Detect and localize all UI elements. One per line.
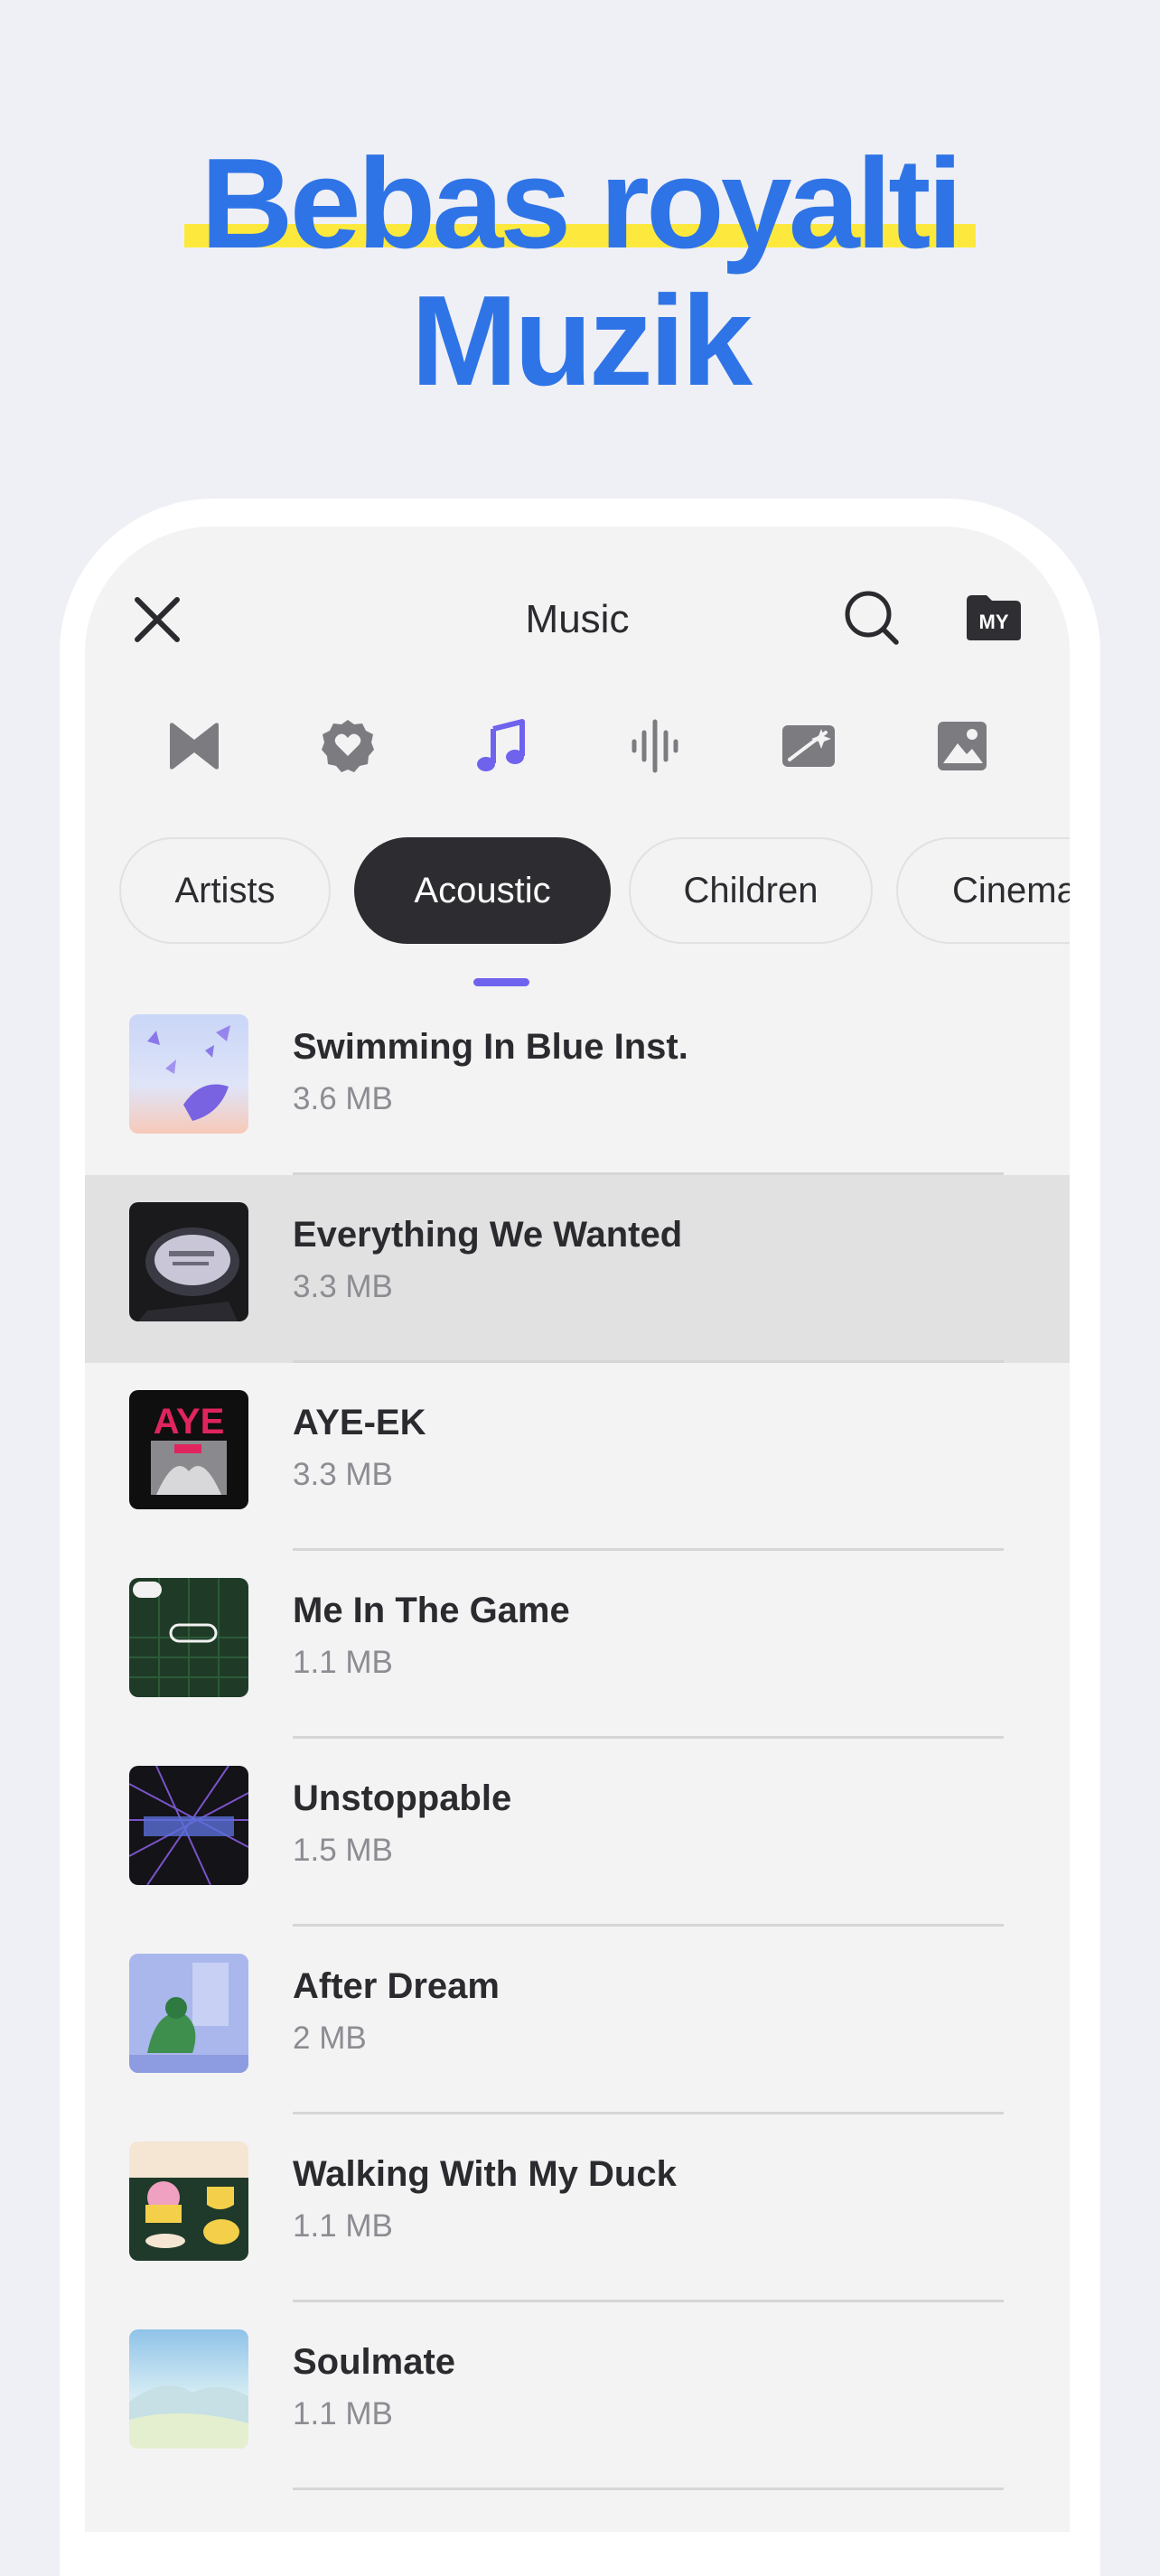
track-size: 1.5 MB <box>293 1833 393 1868</box>
bowtie-icon[interactable] <box>154 705 235 805</box>
headline-line2: Muzik <box>410 269 753 413</box>
headline-line1: Bebas royalti <box>184 132 976 275</box>
category-tabs <box>85 705 1070 986</box>
album-art: AYE <box>129 1390 248 1509</box>
track-title: Everything We Wanted <box>293 1215 683 1255</box>
headline: Bebas royalti Muzik <box>0 135 1160 410</box>
top-bar: Music MY <box>85 527 1070 707</box>
track-title: Unstoppable <box>293 1778 512 1818</box>
chip-cinema[interactable]: Cinema <box>896 837 1070 944</box>
track-row[interactable]: Swimming In Blue Inst. 3.6 MB <box>85 987 1070 1175</box>
my-label: MY <box>979 611 1009 633</box>
track-size: 1.1 MB <box>293 2396 393 2431</box>
track-title: Walking With My Duck <box>293 2154 677 2194</box>
soundwave-icon[interactable] <box>614 705 696 805</box>
chip-acoustic[interactable]: Acoustic <box>354 837 611 944</box>
track-size: 1.1 MB <box>293 2208 393 2244</box>
track-title: Me In The Game <box>293 1591 570 1630</box>
search-icon[interactable] <box>842 588 902 648</box>
track-row[interactable]: Unstoppable 1.5 MB <box>85 1739 1070 1927</box>
genre-chips: Artists Acoustic Children Cinema <box>119 837 1070 949</box>
album-art <box>129 1014 248 1134</box>
album-art <box>129 1954 248 2073</box>
track-title: After Dream <box>293 1966 500 2006</box>
track-size: 3.3 MB <box>293 1269 393 1304</box>
page-title: Music <box>525 597 630 641</box>
album-art <box>129 2142 248 2261</box>
track-row[interactable]: Me In The Game 1.1 MB <box>85 1551 1070 1739</box>
track-row[interactable]: Everything We Wanted 3.3 MB <box>85 1175 1070 1363</box>
album-art <box>129 1578 248 1697</box>
app-screen: Music MY Artists Acoustic Children Cinem… <box>85 527 1070 2532</box>
track-title: Swimming In Blue Inst. <box>293 1027 688 1067</box>
chip-children[interactable]: Children <box>629 837 873 944</box>
track-row[interactable]: After Dream 2 MB <box>85 1927 1070 2114</box>
heart-badge-icon[interactable] <box>307 705 388 805</box>
track-size: 1.1 MB <box>293 1645 393 1680</box>
my-folder-button[interactable]: MY <box>965 592 1023 642</box>
album-art <box>129 1202 248 1321</box>
chip-artists[interactable]: Artists <box>119 837 331 944</box>
music-note-icon[interactable] <box>461 705 542 805</box>
album-art <box>129 1766 248 1885</box>
track-row[interactable]: Soulmate 1.1 MB <box>85 2302 1070 2490</box>
active-tab-indicator <box>473 978 529 986</box>
svg-text:AYE: AYE <box>154 1402 225 1442</box>
track-title: AYE-EK <box>293 1403 426 1442</box>
track-size: 3.3 MB <box>293 1457 393 1492</box>
track-title: Soulmate <box>293 2342 456 2382</box>
track-size: 3.6 MB <box>293 1081 393 1116</box>
album-art <box>129 2329 248 2449</box>
track-row[interactable]: AYE AYE-EK 3.3 MB <box>85 1363 1070 1551</box>
divider <box>293 2487 1004 2490</box>
track-size: 2 MB <box>293 2021 367 2056</box>
image-icon[interactable] <box>921 705 1003 805</box>
track-row[interactable]: Walking With My Duck 1.1 MB <box>85 2114 1070 2302</box>
sparkle-image-icon[interactable] <box>768 705 849 805</box>
